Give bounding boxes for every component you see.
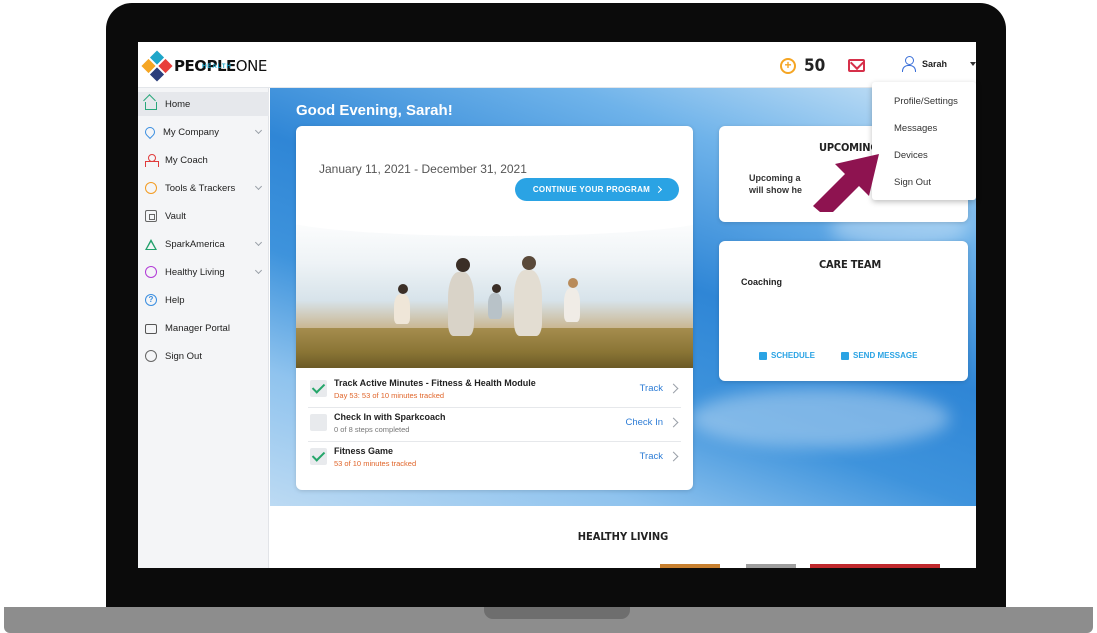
logo-diamond-icon	[141, 50, 173, 82]
checkbox-empty-icon	[310, 414, 327, 431]
user-menu-button[interactable]: Sarah	[902, 56, 947, 72]
chevron-down-icon	[254, 238, 263, 247]
greeting-heading: Good Evening, Sarah!	[296, 102, 453, 119]
task-title: Check In with Sparkcoach	[334, 412, 446, 422]
menu-item-profile-settings[interactable]: Profile/Settings	[894, 96, 958, 107]
check-in-link[interactable]: Check In	[626, 417, 664, 428]
care-team-title: CARE TEAM	[819, 258, 881, 271]
logo-subtitle: HEALTH	[202, 64, 232, 70]
user-dropdown-menu: Profile/Settings Messages Devices Sign O…	[872, 82, 976, 200]
chevron-right-icon	[668, 417, 679, 428]
user-icon	[902, 56, 916, 72]
chevron-right-icon	[668, 383, 679, 394]
sidebar-item-label: My Company	[163, 126, 219, 138]
track-link[interactable]: Track	[640, 383, 663, 394]
task-subtitle: Day 53: 53 of 10 minutes tracked	[334, 391, 445, 400]
task-row[interactable]: Check In with Sparkcoach 0 of 8 steps co…	[308, 408, 681, 442]
top-header: PEOPLEONE HEALTH + 50 Sarah	[138, 42, 976, 88]
sidebar-item-vault[interactable]: Vault	[138, 204, 269, 228]
sign-out-icon	[145, 350, 157, 362]
chevron-down-icon	[254, 266, 263, 275]
menu-item-messages[interactable]: Messages	[894, 123, 937, 134]
healthy-living-title: HEALTHY LIVING	[577, 530, 669, 543]
sidebar-item-label: Healthy Living	[165, 266, 225, 278]
user-name: Sarah	[922, 59, 948, 69]
care-team-card: CARE TEAM Coaching SCHEDULE SEND MESSAGE	[719, 241, 968, 381]
sidebar: Home My Company My Coach Tools & Tracker…	[138, 88, 269, 568]
user-caret-icon[interactable]	[970, 62, 976, 66]
callout-arrow-shape	[813, 154, 879, 212]
sidebar-item-label: Tools & Trackers	[165, 182, 236, 194]
task-title: Track Active Minutes - Fitness & Health …	[334, 378, 536, 388]
sidebar-item-my-coach[interactable]: My Coach	[138, 148, 269, 172]
healthy-living-thumbnail[interactable]	[810, 564, 940, 568]
task-subtitle: 0 of 8 steps completed	[334, 425, 410, 434]
healthy-living-icon	[145, 266, 157, 278]
chevron-right-icon	[668, 451, 679, 462]
chevron-down-icon	[254, 182, 263, 191]
task-row[interactable]: Fitness Game 53 of 10 minutes tracked Tr…	[308, 442, 681, 476]
sidebar-item-manager-portal[interactable]: Manager Portal	[138, 316, 269, 340]
sidebar-item-home[interactable]: Home	[138, 92, 269, 116]
sidebar-item-healthy-living[interactable]: Healthy Living	[138, 260, 269, 284]
sidebar-item-label: Vault	[165, 210, 186, 222]
sidebar-item-label: SparkAmerica	[165, 238, 225, 250]
sidebar-item-tools-trackers[interactable]: Tools & Trackers	[138, 176, 269, 200]
task-title: Fitness Game	[334, 446, 394, 456]
program-card: January 11, 2021 - December 31, 2021 CON…	[296, 126, 693, 490]
healthy-living-section: HEALTHY LIVING	[270, 506, 976, 568]
app-screen: PEOPLEONE HEALTH + 50 Sarah Home My Comp…	[138, 42, 976, 568]
sidebar-item-label: Help	[165, 294, 185, 306]
schedule-button[interactable]: SCHEDULE	[759, 351, 815, 360]
coaching-label: Coaching	[741, 277, 783, 287]
mail-icon	[841, 351, 849, 360]
menu-item-devices[interactable]: Devices	[894, 150, 928, 161]
vault-icon	[145, 210, 157, 222]
calendar-icon	[759, 351, 767, 360]
home-icon	[145, 102, 157, 110]
sidebar-item-label: Home	[165, 98, 191, 110]
continue-program-button[interactable]: CONTINUE YOUR PROGRAM	[515, 178, 679, 201]
task-subtitle: 53 of 10 minutes tracked	[334, 459, 417, 468]
program-dates: January 11, 2021 - December 31, 2021	[319, 162, 527, 176]
sidebar-item-label: Manager Portal	[165, 322, 230, 334]
manager-portal-icon	[145, 324, 157, 334]
tools-icon	[145, 182, 157, 194]
mail-icon[interactable]	[848, 59, 865, 72]
points-value: 50	[804, 56, 826, 76]
sidebar-item-label: Sign Out	[165, 350, 202, 362]
points-counter[interactable]: + 50	[780, 56, 825, 76]
task-row[interactable]: Track Active Minutes - Fitness & Health …	[308, 374, 681, 408]
coach-person-icon	[145, 154, 159, 167]
points-plus-icon: +	[780, 58, 796, 74]
spark-triangle-icon	[145, 238, 157, 250]
track-link[interactable]: Track	[640, 451, 663, 462]
sidebar-item-sparkamerica[interactable]: SparkAmerica	[138, 232, 269, 256]
healthy-living-thumbnail[interactable]	[660, 564, 720, 568]
send-message-button[interactable]: SEND MESSAGE	[841, 351, 917, 360]
healthy-living-thumbnail[interactable]	[746, 564, 796, 568]
chevron-down-icon	[254, 126, 263, 135]
location-pin-icon	[142, 124, 158, 140]
sidebar-item-label: My Coach	[165, 154, 208, 166]
help-icon: ?	[145, 294, 157, 306]
sidebar-item-my-company[interactable]: My Company	[138, 120, 269, 144]
checkmark-icon	[310, 448, 327, 465]
checkmark-icon	[310, 380, 327, 397]
callout-arrow-icon	[813, 154, 879, 212]
sidebar-item-sign-out[interactable]: Sign Out	[138, 344, 269, 368]
chevron-right-icon	[655, 185, 663, 194]
menu-item-sign-out[interactable]: Sign Out	[894, 177, 931, 188]
laptop-notch	[484, 607, 630, 619]
sidebar-item-help[interactable]: ? Help	[138, 288, 269, 312]
family-hero-image	[296, 218, 693, 368]
